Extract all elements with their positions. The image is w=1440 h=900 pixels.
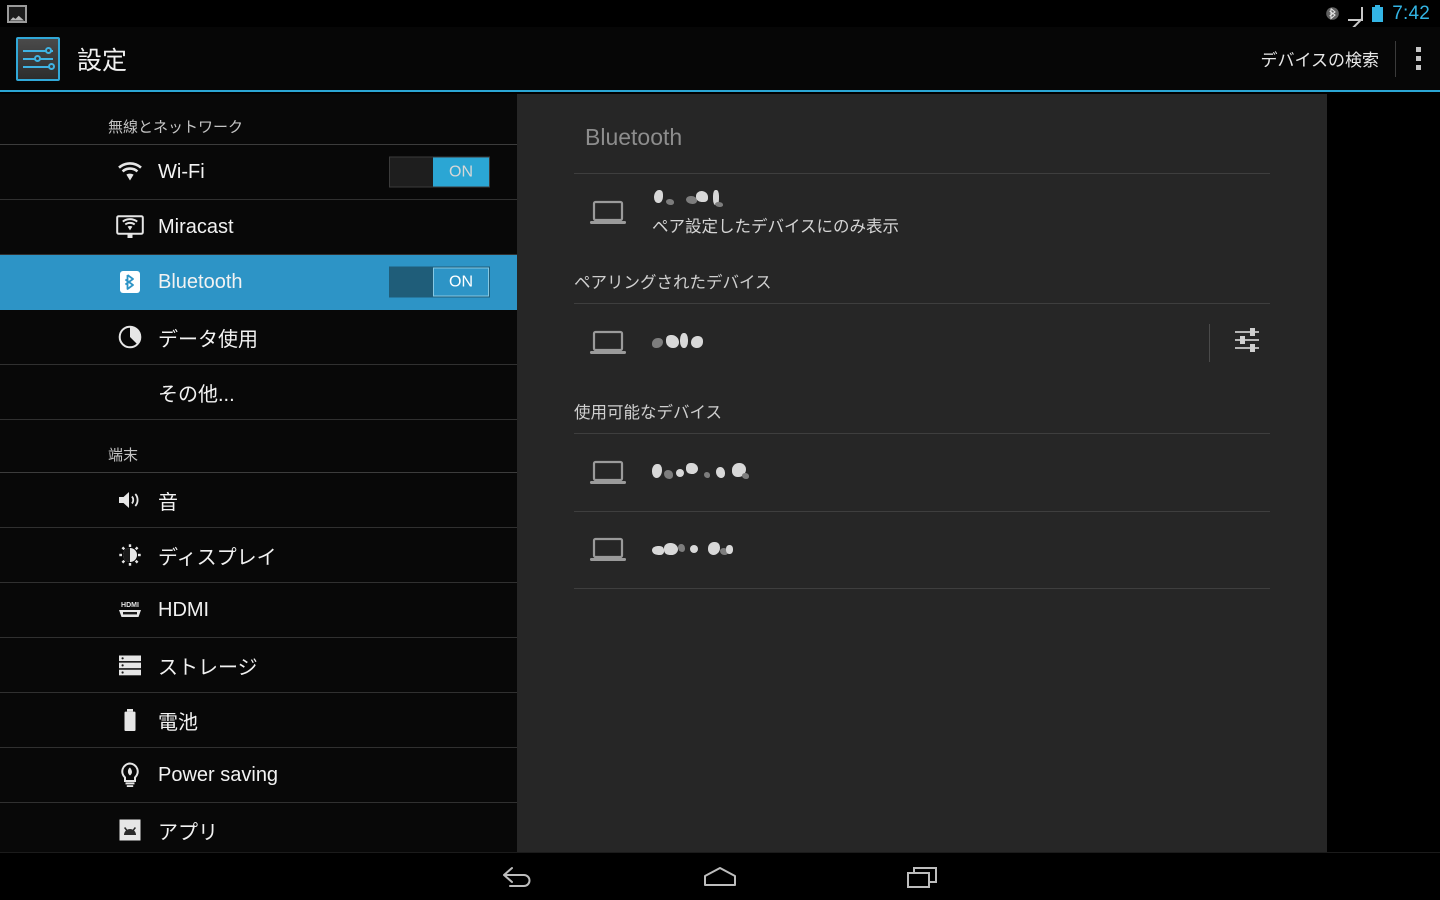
sidebar-item-sound[interactable]: 音	[0, 473, 517, 528]
clock: 7:42	[1392, 2, 1430, 24]
sidebar-item-label: アプリ	[158, 821, 218, 844]
bluetooth-toggle[interactable]: ON	[389, 266, 490, 298]
image-notification-icon	[7, 4, 27, 23]
storage-icon	[116, 654, 144, 676]
back-button[interactable]	[487, 857, 547, 897]
paired-device-row[interactable]	[574, 303, 1270, 381]
main-content: 無線とネットワーク Wi-Fi ON Miracast Bluetooth ON…	[0, 94, 1440, 852]
divider	[1209, 323, 1210, 362]
laptop-icon	[586, 458, 630, 488]
paired-device-settings[interactable]	[1209, 323, 1270, 362]
svg-text:HDMI: HDMI	[121, 602, 139, 609]
action-bar: 設定 デバイスの検索	[0, 27, 1440, 92]
bluetooth-device-list: ペア設定したデバイスにのみ表示 ペアリングされたデバイス 使用可能なデバイス	[574, 173, 1270, 589]
paired-device-name-redacted	[652, 332, 728, 354]
sidebar-item-label: Power saving	[158, 763, 279, 786]
panel-title: Bluetooth	[585, 124, 683, 150]
apps-icon	[116, 818, 144, 842]
local-device-name-redacted	[652, 189, 899, 211]
sidebar-item-label: Wi-Fi	[158, 160, 205, 183]
sidebar-item-label: ストレージ	[158, 656, 258, 679]
sidebar-item-data-usage[interactable]: データ使用	[0, 310, 517, 365]
sidebar-item-wifi[interactable]: Wi-Fi ON	[0, 145, 517, 200]
paired-section-header: ペアリングされたデバイス	[574, 274, 772, 292]
bluetooth-toggle-state: ON	[433, 267, 489, 297]
settings-app-icon[interactable]	[16, 36, 60, 81]
sidebar-item-label: Bluetooth	[158, 270, 243, 293]
section-header-wireless: 無線とネットワーク	[0, 94, 517, 145]
sidebar-item-label: 電池	[158, 711, 198, 734]
page-title: 設定	[77, 46, 128, 75]
available-device-row[interactable]	[574, 433, 1270, 511]
sidebar-item-storage[interactable]: ストレージ	[0, 638, 517, 693]
sidebar-item-battery[interactable]: 電池	[0, 693, 517, 748]
laptop-icon	[586, 328, 630, 358]
sidebar-item-apps[interactable]: アプリ	[0, 803, 517, 852]
home-button[interactable]	[690, 857, 750, 897]
battery-icon	[116, 708, 144, 732]
local-device-row[interactable]: ペア設定したデバイスにのみ表示	[574, 173, 1270, 251]
status-icons: 7:42	[1326, 3, 1440, 25]
bluetooth-panel: Bluetooth ペア設定したデバイスにのみ表示 ペアリングされたデバイス 使…	[517, 94, 1327, 852]
bluetooth-status-icon	[1326, 5, 1340, 22]
hdmi-icon: HDMI	[116, 599, 144, 621]
available-device-row[interactable]	[574, 511, 1270, 589]
recents-button[interactable]	[893, 857, 953, 897]
section-header-device: 端末	[0, 420, 517, 473]
settings-sidebar[interactable]: 無線とネットワーク Wi-Fi ON Miracast Bluetooth ON…	[0, 94, 517, 852]
sidebar-item-bluetooth[interactable]: Bluetooth ON	[0, 255, 517, 310]
sidebar-item-label: HDMI	[158, 598, 210, 621]
sidebar-item-label: 音	[158, 491, 178, 514]
available-section-header: 使用可能なデバイス	[574, 404, 723, 422]
signal-icon	[1348, 6, 1364, 21]
power-saving-icon	[116, 762, 144, 788]
overflow-menu-button[interactable]	[1396, 47, 1440, 70]
sidebar-item-label: その他...	[158, 383, 235, 406]
system-navigation-bar	[0, 852, 1440, 900]
device-settings-icon[interactable]	[1232, 326, 1262, 359]
android-settings-screen: 7:42 設定 デバイスの検索 無線とネットワーク Wi-Fi ON Mirac…	[0, 0, 1440, 900]
laptop-icon	[586, 198, 630, 228]
sidebar-item-label: データ使用	[158, 328, 258, 351]
sidebar-item-display[interactable]: ディスプレイ	[0, 528, 517, 583]
sidebar-item-hdmi[interactable]: HDMI HDMI	[0, 583, 517, 638]
display-icon	[116, 543, 144, 567]
wifi-toggle[interactable]: ON	[389, 156, 490, 188]
sidebar-item-label: Miracast	[158, 215, 234, 238]
available-device-name-redacted	[652, 462, 792, 484]
data-usage-icon	[116, 325, 144, 349]
local-device-text: ペア設定したデバイスにのみ表示	[652, 189, 899, 237]
sidebar-item-miracast[interactable]: Miracast	[0, 200, 517, 255]
wifi-icon	[116, 162, 144, 182]
sidebar-item-label: ディスプレイ	[158, 546, 277, 569]
search-devices-button[interactable]: デバイスの検索	[1245, 46, 1396, 71]
laptop-icon	[586, 535, 630, 565]
miracast-icon	[116, 215, 144, 239]
sidebar-item-more[interactable]: その他...	[0, 365, 517, 420]
bluetooth-icon	[116, 269, 144, 295]
available-device-name-redacted	[652, 539, 772, 561]
battery-icon	[1372, 5, 1384, 22]
status-bar: 7:42	[0, 0, 1440, 27]
sound-icon	[116, 489, 144, 511]
local-device-subtitle: ペア設定したデバイスにのみ表示	[652, 217, 900, 236]
sidebar-item-power-saving[interactable]: Power saving	[0, 748, 517, 803]
action-bar-actions: デバイスの検索	[1245, 27, 1440, 90]
wifi-toggle-state: ON	[433, 157, 489, 187]
